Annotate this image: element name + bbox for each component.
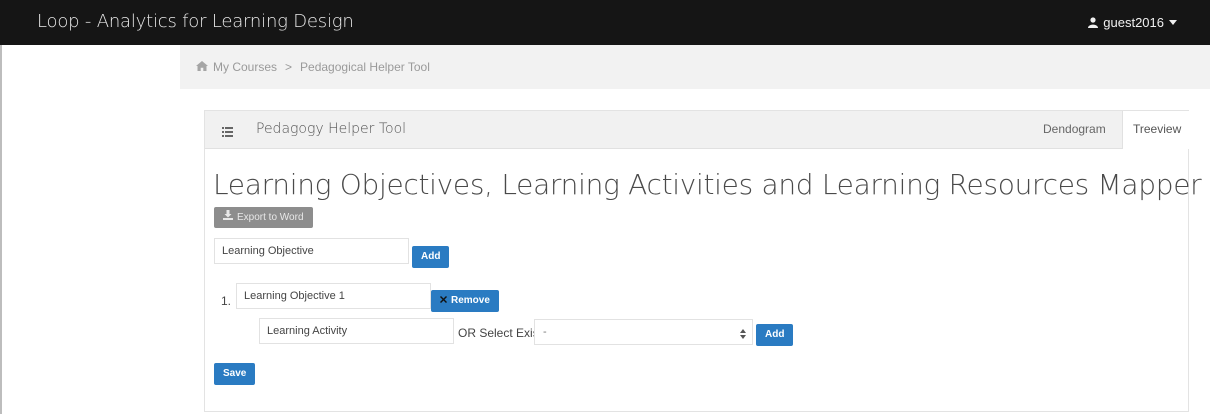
export-to-word-button[interactable]: Export to Word (214, 207, 313, 228)
panel-title: Pedagogy Helper Tool (256, 121, 407, 137)
export-label: Export to Word (237, 212, 304, 223)
objective-index: 1. (221, 294, 232, 308)
close-icon (440, 290, 447, 312)
download-icon (223, 207, 233, 228)
left-edge-divider (0, 45, 2, 414)
pedagogy-helper-panel: Pedagogy Helper Tool Dendogram Treeview … (204, 110, 1202, 412)
breadcrumb-my-courses[interactable]: My Courses (213, 60, 277, 74)
breadcrumb-bar: My Courses > Pedagogical Helper Tool (180, 45, 1210, 89)
remove-objective-button[interactable]: Remove (431, 290, 499, 312)
existing-activity-select[interactable]: - (534, 319, 753, 345)
username: guest2016 (1103, 15, 1164, 30)
remove-label: Remove (451, 295, 490, 306)
home-icon[interactable] (196, 60, 208, 74)
app-title[interactable]: Loop - Analytics for Learning Design (37, 11, 354, 32)
learning-objective-input[interactable]: Learning Objective (214, 238, 409, 264)
save-button[interactable]: Save (214, 363, 256, 385)
add-activity-button[interactable]: Add (756, 324, 794, 346)
panel-header: Pedagogy Helper Tool Dendogram Treeview (205, 111, 1192, 149)
user-icon (1088, 17, 1099, 28)
user-menu[interactable]: guest2016 (1088, 15, 1177, 30)
tab-dendogram[interactable]: Dendogram (1033, 111, 1116, 148)
breadcrumb-current: Pedagogical Helper Tool (300, 60, 430, 74)
select-arrows-icon (740, 325, 746, 349)
caret-down-icon (1169, 20, 1177, 25)
top-navbar: Loop - Analytics for Learning Design gue… (0, 0, 1210, 45)
objective-1-input[interactable]: Learning Objective 1 (236, 283, 431, 309)
learning-activity-input[interactable]: Learning Activity (259, 318, 454, 344)
breadcrumb-separator: > (285, 60, 293, 74)
tab-treeview[interactable]: Treeview (1122, 111, 1192, 149)
breadcrumb: My Courses > Pedagogical Helper Tool (196, 60, 430, 74)
select-value: - (543, 326, 547, 338)
add-objective-button[interactable]: Add (412, 246, 450, 268)
page-title: Learning Objectives, Learning Activities… (213, 168, 1202, 201)
list-icon (222, 124, 233, 142)
